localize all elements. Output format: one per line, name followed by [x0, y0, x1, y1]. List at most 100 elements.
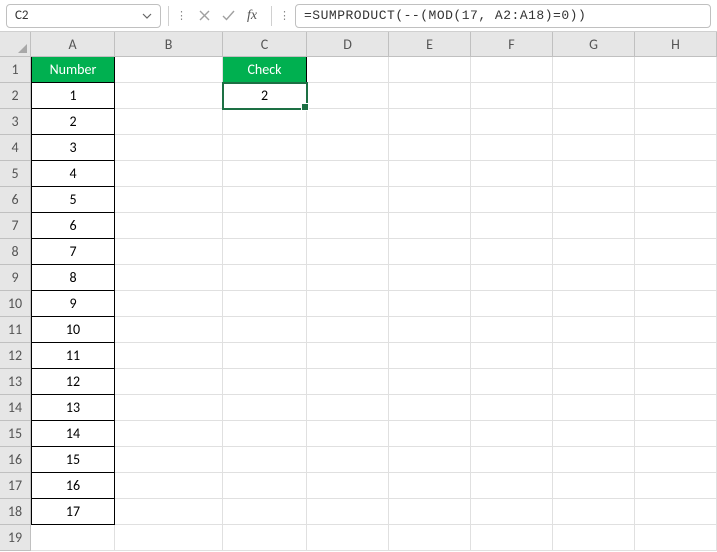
cell-C15[interactable] [223, 421, 307, 447]
cell-G17[interactable] [553, 473, 635, 499]
cell-E11[interactable] [389, 317, 471, 343]
cell-C8[interactable] [223, 239, 307, 265]
row-header-14[interactable]: 14 [0, 395, 31, 421]
cell-F16[interactable] [471, 447, 553, 473]
cell-B12[interactable] [115, 343, 223, 369]
cell-D19[interactable] [307, 525, 389, 551]
cell-A10[interactable]: 9 [31, 291, 115, 317]
cell-G3[interactable] [553, 109, 635, 135]
cell-D16[interactable] [307, 447, 389, 473]
cell-H2[interactable] [635, 83, 717, 109]
cell-H19[interactable] [635, 525, 717, 551]
cell-G6[interactable] [553, 187, 635, 213]
cell-D3[interactable] [307, 109, 389, 135]
cell-E13[interactable] [389, 369, 471, 395]
row-header-5[interactable]: 5 [0, 161, 31, 187]
cell-D18[interactable] [307, 499, 389, 525]
cell-F15[interactable] [471, 421, 553, 447]
cell-D5[interactable] [307, 161, 389, 187]
cell-D12[interactable] [307, 343, 389, 369]
cell-G15[interactable] [553, 421, 635, 447]
cell-E15[interactable] [389, 421, 471, 447]
cell-B14[interactable] [115, 395, 223, 421]
cell-H6[interactable] [635, 187, 717, 213]
cell-E5[interactable] [389, 161, 471, 187]
cell-F19[interactable] [471, 525, 553, 551]
cell-E9[interactable] [389, 265, 471, 291]
cell-A6[interactable]: 5 [31, 187, 115, 213]
row-header-12[interactable]: 12 [0, 343, 31, 369]
cell-B7[interactable] [115, 213, 223, 239]
row-header-9[interactable]: 9 [0, 265, 31, 291]
cell-H13[interactable] [635, 369, 717, 395]
cell-G10[interactable] [553, 291, 635, 317]
cell-D2[interactable] [307, 83, 389, 109]
cell-A12[interactable]: 11 [31, 343, 115, 369]
cell-D4[interactable] [307, 135, 389, 161]
cell-F18[interactable] [471, 499, 553, 525]
enter-icon[interactable] [220, 8, 236, 24]
row-header-4[interactable]: 4 [0, 135, 31, 161]
column-header-D[interactable]: D [307, 32, 389, 57]
cell-A9[interactable]: 8 [31, 265, 115, 291]
row-header-11[interactable]: 11 [0, 317, 31, 343]
cell-B1[interactable] [115, 57, 223, 83]
row-header-17[interactable]: 17 [0, 473, 31, 499]
cell-F11[interactable] [471, 317, 553, 343]
row-header-13[interactable]: 13 [0, 369, 31, 395]
cell-B15[interactable] [115, 421, 223, 447]
cell-B11[interactable] [115, 317, 223, 343]
cell-A18[interactable]: 17 [31, 499, 115, 525]
cell-A1[interactable]: Number [31, 57, 115, 83]
cell-E7[interactable] [389, 213, 471, 239]
cell-C7[interactable] [223, 213, 307, 239]
column-header-H[interactable]: H [635, 32, 717, 57]
cell-E16[interactable] [389, 447, 471, 473]
column-header-G[interactable]: G [553, 32, 635, 57]
column-header-C[interactable]: C [223, 32, 307, 57]
cell-E2[interactable] [389, 83, 471, 109]
cell-C5[interactable] [223, 161, 307, 187]
cell-A2[interactable]: 1 [31, 83, 115, 109]
row-header-15[interactable]: 15 [0, 421, 31, 447]
cell-F13[interactable] [471, 369, 553, 395]
cell-C11[interactable] [223, 317, 307, 343]
cell-F1[interactable] [471, 57, 553, 83]
cell-B6[interactable] [115, 187, 223, 213]
name-box[interactable]: C2 [6, 4, 161, 28]
cell-A17[interactable]: 16 [31, 473, 115, 499]
row-header-3[interactable]: 3 [0, 109, 31, 135]
cell-F8[interactable] [471, 239, 553, 265]
cell-B4[interactable] [115, 135, 223, 161]
cell-F5[interactable] [471, 161, 553, 187]
column-header-F[interactable]: F [471, 32, 553, 57]
cell-E6[interactable] [389, 187, 471, 213]
cell-G19[interactable] [553, 525, 635, 551]
cell-C17[interactable] [223, 473, 307, 499]
cell-F3[interactable] [471, 109, 553, 135]
fx-icon[interactable]: fx [244, 8, 260, 24]
row-header-19[interactable]: 19 [0, 525, 31, 551]
cell-C6[interactable] [223, 187, 307, 213]
cell-A14[interactable]: 13 [31, 395, 115, 421]
column-header-B[interactable]: B [115, 32, 223, 57]
cell-H11[interactable] [635, 317, 717, 343]
cell-A19[interactable] [31, 525, 115, 551]
cell-B5[interactable] [115, 161, 223, 187]
cell-E10[interactable] [389, 291, 471, 317]
cell-B17[interactable] [115, 473, 223, 499]
cell-B18[interactable] [115, 499, 223, 525]
cell-B8[interactable] [115, 239, 223, 265]
cell-F7[interactable] [471, 213, 553, 239]
cell-H14[interactable] [635, 395, 717, 421]
formula-input[interactable]: =SUMPRODUCT(--(MOD(17, A2:A18)=0)) [295, 4, 711, 28]
cell-D9[interactable] [307, 265, 389, 291]
cell-E14[interactable] [389, 395, 471, 421]
cancel-icon[interactable] [196, 8, 212, 24]
cell-A5[interactable]: 4 [31, 161, 115, 187]
cell-H17[interactable] [635, 473, 717, 499]
cell-D8[interactable] [307, 239, 389, 265]
cell-C4[interactable] [223, 135, 307, 161]
cell-F17[interactable] [471, 473, 553, 499]
row-header-18[interactable]: 18 [0, 499, 31, 525]
